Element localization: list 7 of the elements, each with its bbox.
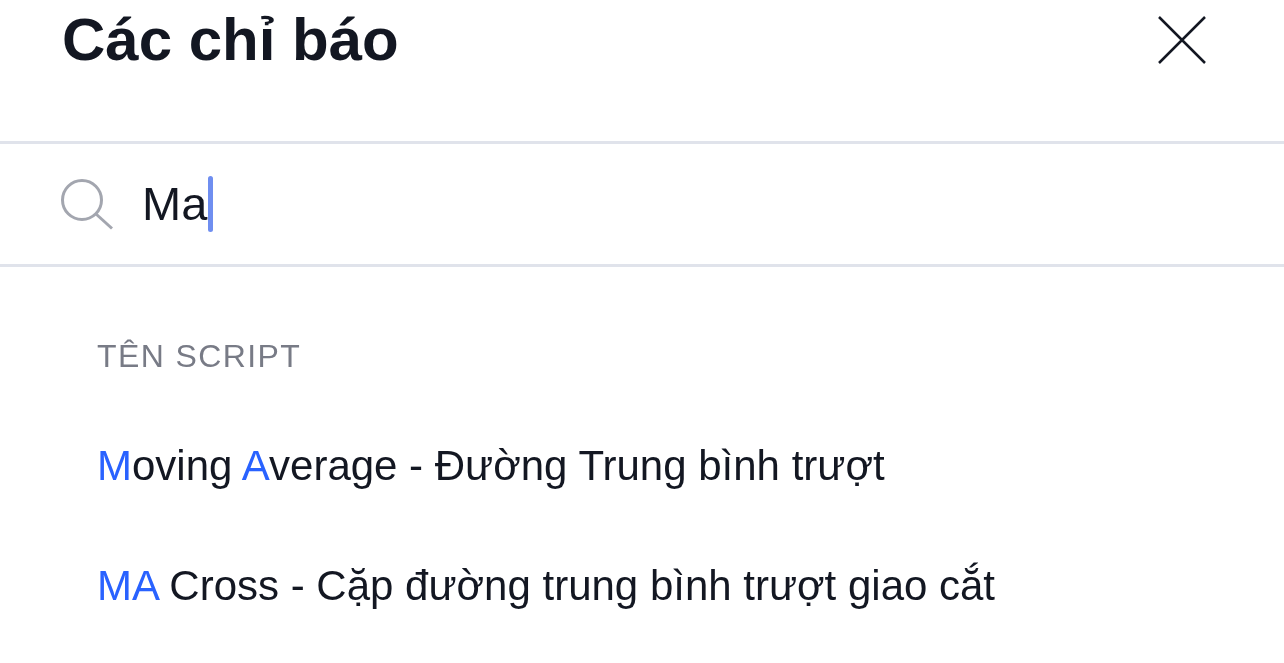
close-icon xyxy=(1158,16,1206,64)
search-result-item[interactable]: Moving Average - Đường Trung bình trượt xyxy=(0,406,1284,526)
search-result-item[interactable]: MA Cross - Cặp đường trung bình trượt giao cắt xyxy=(0,526,1284,646)
search-icon xyxy=(60,178,114,230)
section-heading: TÊN SCRIPT xyxy=(96,337,303,376)
dialog-title: Các chỉ báo xyxy=(62,5,399,75)
search-field[interactable]: Ma xyxy=(0,144,1284,267)
